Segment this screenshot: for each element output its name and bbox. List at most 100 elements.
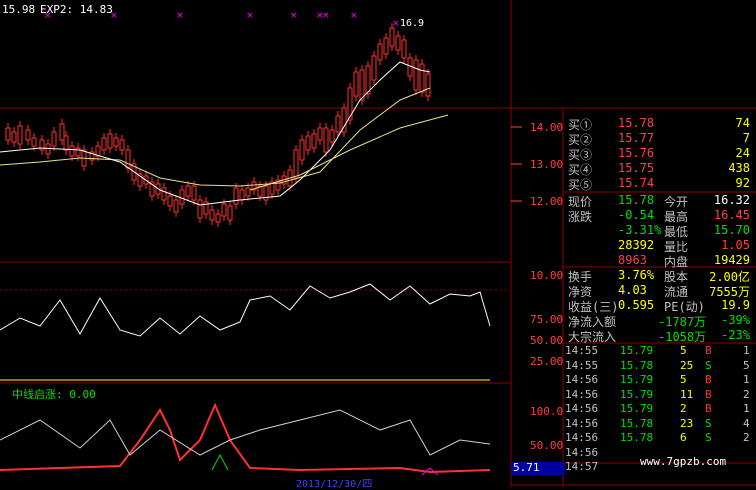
- tick-row[interactable]: 14:55 15.78 25 S 5: [565, 359, 756, 373]
- candle-body: [335, 115, 341, 133]
- candle-body: [305, 135, 311, 151]
- candle-body: [317, 127, 323, 141]
- bid-row[interactable]: 买③ 15.76 24: [568, 146, 754, 162]
- candle-body: [221, 203, 227, 217]
- tick-side: B: [705, 402, 712, 415]
- candle-body: [167, 195, 173, 207]
- signal-green-spike: [211, 453, 229, 471]
- candle-body: [107, 133, 113, 149]
- tick-side: S: [705, 431, 712, 444]
- candle-body: [419, 63, 425, 93]
- tick-volume: 5: [680, 344, 687, 357]
- momentum-white-line: [0, 409, 491, 456]
- bottom-panel-label: 中线启涨: 0.00: [12, 388, 96, 401]
- candle-body: [161, 187, 167, 201]
- signal-marker: ×: [350, 11, 358, 21]
- candle-body: [5, 127, 11, 141]
- quote-value2: 19429: [713, 253, 750, 267]
- osc-axis-tick: 25.00: [530, 355, 564, 368]
- candle-body: [389, 27, 395, 47]
- fundamental-value: 3.76%: [618, 268, 655, 282]
- tick-volume: 11: [680, 387, 694, 401]
- tick-volume: 2: [680, 402, 687, 415]
- price-axis-tick: 14.00: [530, 121, 564, 134]
- bid-price: 15.77: [618, 131, 655, 145]
- tick-side: S: [705, 416, 712, 430]
- bid-row[interactable]: 买④ 15.75 438: [568, 161, 754, 177]
- candle-body: [51, 131, 57, 147]
- peak-price-label: 16.9: [400, 18, 425, 29]
- tick-row[interactable]: 14:56 15.79 11 B 2: [565, 388, 756, 402]
- bid-price: 15.74: [618, 176, 655, 190]
- candle-body: [323, 127, 329, 153]
- candle-body: [353, 71, 359, 97]
- quote-value2: 15.70: [713, 223, 750, 237]
- tick-count: 4: [743, 416, 750, 430]
- fundamental-value: 4.03: [618, 283, 647, 297]
- exp-label: EXP2: 14.83: [40, 3, 113, 16]
- bid-row[interactable]: 买⑤ 15.74 92: [568, 176, 754, 192]
- momentum-red-line: [0, 402, 491, 474]
- tick-time: 14:57: [565, 460, 599, 473]
- price-axis-tick: 13.00: [530, 158, 564, 171]
- candle-body: [299, 139, 305, 161]
- tick-price: 15.78: [620, 431, 654, 444]
- candle-body: [377, 43, 383, 61]
- candle-body: [25, 129, 31, 141]
- tick-count: 1: [743, 344, 750, 357]
- tick-price: 15.79: [620, 344, 654, 357]
- bid-row[interactable]: 买① 15.78 74: [568, 116, 754, 132]
- tick-row[interactable]: 14:56 15.78 23 S 4: [565, 417, 756, 431]
- candle-body: [383, 37, 389, 55]
- quote-row: 涨跌 -0.54 最高 16.45: [568, 208, 754, 224]
- quote-value2: 16.32: [713, 193, 750, 207]
- tick-count: 1: [743, 373, 750, 386]
- tick-volume: 23: [680, 416, 694, 430]
- oscillator-line: [0, 283, 491, 337]
- candle-body: [209, 209, 215, 221]
- price-axis-tick: 12.00: [530, 195, 564, 208]
- signal-marker: ×: [246, 11, 254, 21]
- tick-side: B: [705, 344, 712, 357]
- flow-row: 净流入额 -1787万 -39%: [568, 313, 754, 329]
- candle-body: [101, 137, 107, 151]
- bid-row[interactable]: 买② 15.77 7: [568, 131, 754, 147]
- candle-body: [185, 185, 191, 197]
- tick-volume: 6: [680, 431, 687, 444]
- tick-side: S: [705, 358, 712, 372]
- bottom-axis-tick: 50.00: [530, 439, 564, 452]
- tick-price: 15.78: [620, 416, 654, 430]
- candle-body: [173, 199, 179, 213]
- osc-axis-tick: 75.00: [530, 313, 564, 326]
- flow-pct: -23%: [721, 328, 750, 342]
- tick-count: 2: [743, 431, 750, 444]
- candle-body: [371, 55, 377, 81]
- tick-price: 15.79: [620, 373, 654, 386]
- bid-qty: 92: [735, 176, 750, 190]
- candle-body: [329, 129, 335, 143]
- tick-row[interactable]: 14:56 15.79 5 B 1: [565, 373, 756, 387]
- candle-body: [227, 205, 233, 221]
- tick-time: 14:55: [565, 344, 599, 357]
- quote-value2: 16.45: [713, 208, 750, 222]
- tick-time: 14:55: [565, 358, 599, 372]
- quote-value: -3.31%: [618, 223, 662, 237]
- signal-marker: ×: [290, 11, 298, 21]
- tick-row[interactable]: 14:55 15.79 5 B 1: [565, 344, 756, 358]
- quote-value: 28392: [618, 238, 655, 252]
- ma-long-line: [249, 114, 449, 191]
- tick-time: 14:56: [565, 373, 599, 386]
- tick-count: 5: [743, 358, 750, 372]
- tick-row[interactable]: 14:56 15.78 6 S 2: [565, 431, 756, 445]
- candle-body: [425, 73, 431, 97]
- tick-side: B: [705, 387, 712, 401]
- candle-body: [413, 59, 419, 91]
- candle-body: [365, 65, 371, 95]
- tick-row[interactable]: 14:56 15.79 2 B 1: [565, 402, 756, 416]
- osc-axis-tick: 50.00: [530, 334, 564, 347]
- candle-body: [11, 131, 17, 143]
- candle-body: [215, 213, 221, 223]
- bid-price: 15.78: [618, 116, 655, 130]
- flow-value: -1058万: [658, 330, 707, 344]
- quote-value2: 1.05: [721, 238, 750, 252]
